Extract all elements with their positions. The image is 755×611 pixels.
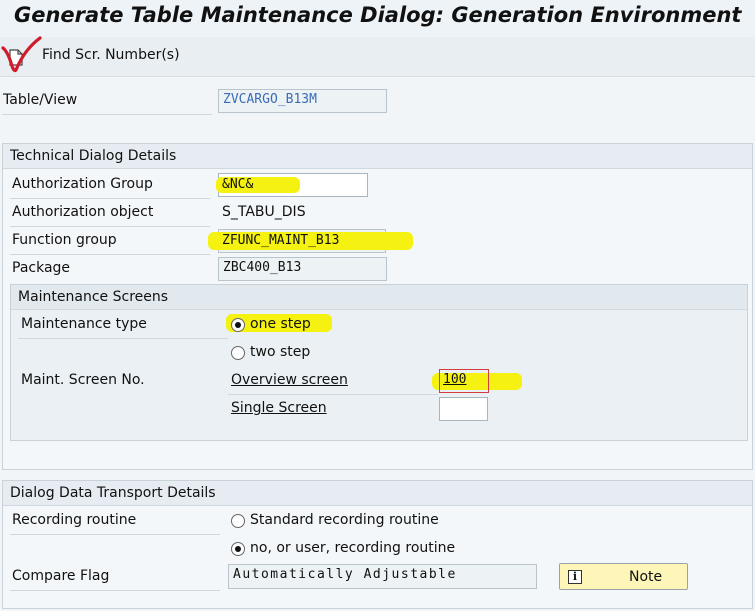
user-recording-radio[interactable] — [231, 542, 245, 556]
function-group-value: ZFUNC_MAINT_B13 — [222, 233, 340, 248]
compare-flag-label: Compare Flag — [12, 568, 110, 584]
package-field[interactable]: ZBC400_B13 — [218, 257, 387, 281]
single-screen-link[interactable]: Single Screen — [231, 400, 327, 416]
two-step-radio[interactable] — [231, 346, 245, 360]
table-view-field[interactable]: ZVCARGO_B13M — [218, 89, 387, 113]
technical-dialog-header: Technical Dialog Details — [3, 144, 752, 169]
document-icon[interactable] — [9, 49, 23, 66]
find-screen-numbers-button[interactable]: Find Scr. Number(s) — [42, 47, 180, 63]
note-button[interactable]: i Note — [559, 563, 688, 590]
divider — [10, 534, 220, 535]
divider — [228, 394, 438, 395]
divider — [18, 338, 228, 339]
two-step-label: two step — [250, 344, 311, 360]
one-step-label: one step — [250, 316, 311, 332]
transport-details-header: Dialog Data Transport Details — [3, 481, 752, 506]
maintenance-type-label: Maintenance type — [21, 316, 147, 332]
single-screen-field[interactable] — [439, 397, 488, 421]
divider — [2, 114, 212, 115]
auth-object-label: Authorization object — [12, 204, 154, 220]
package-label: Package — [12, 260, 71, 276]
maint-screen-no-label: Maint. Screen No. — [21, 372, 145, 388]
auth-object-value: S_TABU_DIS — [222, 204, 306, 220]
one-step-radio[interactable] — [231, 318, 245, 332]
page-title: Generate Table Maintenance Dialog: Gener… — [14, 3, 742, 27]
maintenance-screens-header: Maintenance Screens — [11, 285, 747, 310]
overview-screen-value: 100 — [443, 372, 467, 387]
function-group-label: Function group — [12, 232, 117, 248]
note-button-label: Note — [629, 568, 663, 585]
info-icon: i — [568, 569, 582, 584]
divider — [10, 198, 210, 199]
overview-screen-link[interactable]: Overview screen — [231, 372, 348, 388]
divider — [10, 590, 220, 591]
standard-recording-label: Standard recording routine — [250, 512, 439, 528]
standard-recording-radio[interactable] — [231, 514, 245, 528]
table-view-label: Table/View — [3, 92, 78, 108]
maintenance-screens-group: Maintenance Screens — [10, 284, 748, 441]
auth-group-value: &NC& — [222, 177, 254, 192]
divider — [10, 226, 210, 227]
divider — [10, 254, 210, 255]
auth-group-label: Authorization Group — [12, 176, 153, 192]
recording-routine-label: Recording routine — [12, 512, 137, 528]
compare-flag-field[interactable]: Automatically Adjustable — [228, 564, 537, 589]
user-recording-label: no, or user, recording routine — [250, 540, 456, 556]
